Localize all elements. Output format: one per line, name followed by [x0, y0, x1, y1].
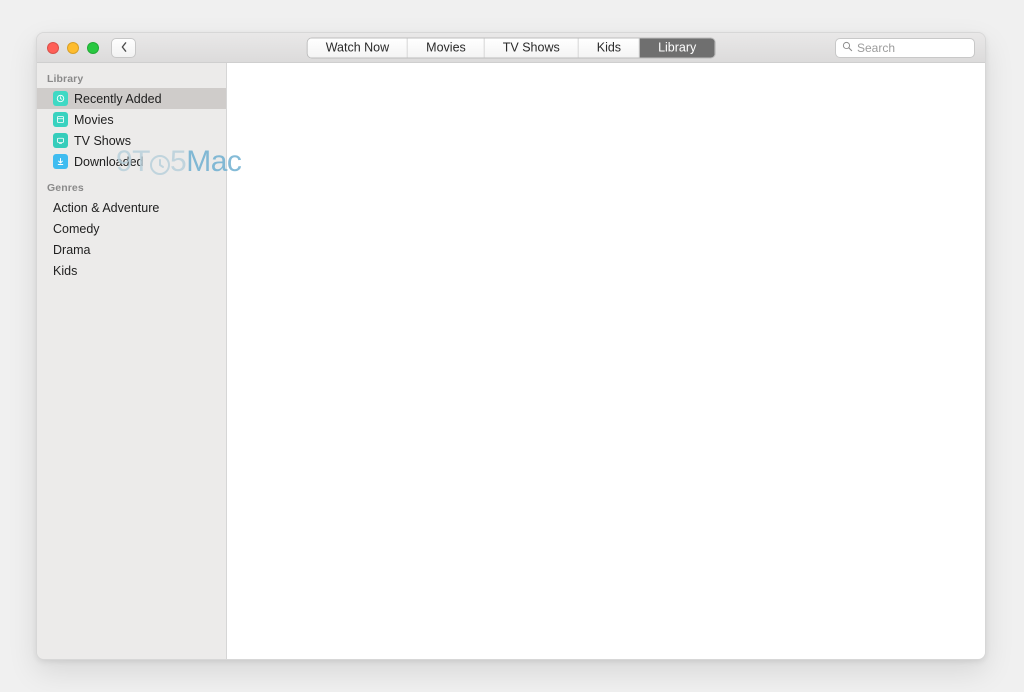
tab-library[interactable]: Library	[640, 38, 714, 57]
sidebar-genre-drama[interactable]: Drama	[37, 239, 226, 260]
sidebar-item-label: Downloaded	[74, 155, 144, 169]
search-icon	[842, 41, 857, 55]
search-field[interactable]	[835, 38, 975, 58]
sidebar-item-label: Movies	[74, 113, 114, 127]
sidebar-genre-kids[interactable]: Kids	[37, 260, 226, 281]
fullscreen-window-button[interactable]	[87, 42, 99, 54]
app-window: Watch Now Movies TV Shows Kids Library L…	[36, 32, 986, 660]
main-content	[227, 63, 985, 659]
sidebar-genre-action[interactable]: Action & Adventure	[37, 197, 226, 218]
sidebar-item-tv-shows[interactable]: TV Shows	[37, 130, 226, 151]
minimize-window-button[interactable]	[67, 42, 79, 54]
film-icon	[53, 112, 68, 127]
sidebar-item-movies[interactable]: Movies	[37, 109, 226, 130]
search-input[interactable]	[857, 41, 968, 55]
sidebar-item-label: Recently Added	[74, 92, 162, 106]
close-window-button[interactable]	[47, 42, 59, 54]
sidebar-item-recently-added[interactable]: Recently Added	[37, 88, 226, 109]
tab-watch-now[interactable]: Watch Now	[308, 38, 408, 57]
tab-tv-shows[interactable]: TV Shows	[485, 38, 579, 57]
sidebar-header-library: Library	[37, 69, 226, 88]
sidebar-item-label: TV Shows	[74, 134, 131, 148]
chevron-left-icon	[120, 40, 128, 55]
download-icon	[53, 154, 68, 169]
back-button[interactable]	[111, 38, 136, 58]
tab-kids[interactable]: Kids	[579, 38, 640, 57]
clock-icon	[53, 91, 68, 106]
sidebar-genre-comedy[interactable]: Comedy	[37, 218, 226, 239]
titlebar: Watch Now Movies TV Shows Kids Library	[37, 33, 985, 63]
sidebar-item-downloaded[interactable]: Downloaded	[37, 151, 226, 172]
search-container	[835, 38, 975, 58]
sidebar: Library Recently Added Movies TV Shows	[37, 63, 227, 659]
tab-movies[interactable]: Movies	[408, 38, 485, 57]
window-body: Library Recently Added Movies TV Shows	[37, 63, 985, 659]
nav-tabs: Watch Now Movies TV Shows Kids Library	[307, 37, 716, 58]
tv-icon	[53, 133, 68, 148]
sidebar-header-genres: Genres	[37, 178, 226, 197]
window-controls	[47, 42, 99, 54]
